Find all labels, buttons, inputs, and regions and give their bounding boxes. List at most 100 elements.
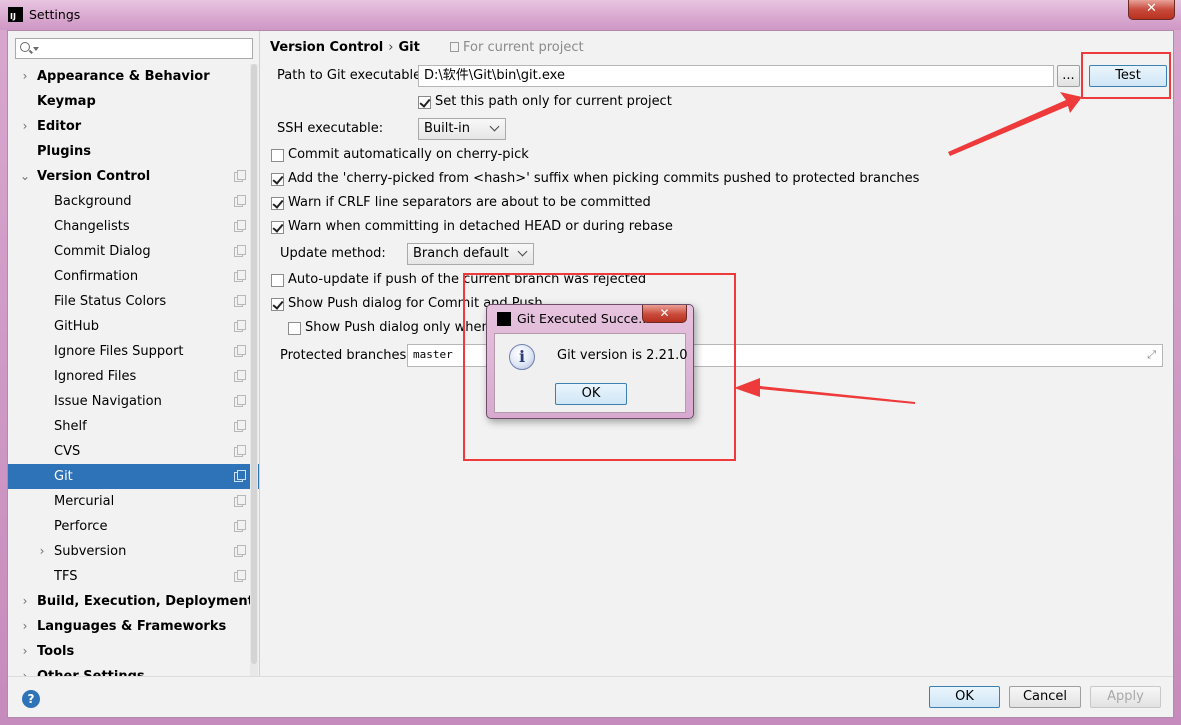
checkbox-box[interactable]	[271, 274, 284, 287]
chevron-right-icon[interactable]: ›	[19, 64, 31, 89]
ssh-executable-value: Built-in	[424, 121, 471, 136]
sidebar-item-issue-navigation[interactable]: Issue Navigation	[8, 389, 259, 414]
ssh-label: SSH executable:	[277, 121, 384, 136]
checkbox-box[interactable]	[418, 96, 431, 109]
checkbox-label: Warn when committing in detached HEAD or…	[288, 219, 673, 234]
settings-sidebar: › Appearance & Behavior Keymap › Editor Plugi…	[8, 31, 259, 676]
chevron-down-icon[interactable]: ⌄	[19, 164, 31, 189]
project-scope-icon	[234, 470, 246, 482]
checkbox-box[interactable]	[271, 173, 284, 186]
expand-icon[interactable]: ⤢	[1147, 345, 1156, 365]
apply-button[interactable]: Apply	[1090, 686, 1161, 708]
sidebar-item-label: Commit Dialog	[54, 244, 151, 259]
cancel-button[interactable]: Cancel	[1009, 686, 1081, 708]
checkbox-box[interactable]	[271, 221, 284, 234]
info-icon: i	[509, 344, 535, 370]
sidebar-item-languages-frameworks[interactable]: › Languages & Frameworks	[8, 614, 259, 639]
sidebar-item-appearance-behavior[interactable]: › Appearance & Behavior	[8, 64, 259, 89]
sidebar-item-shelf[interactable]: Shelf	[8, 414, 259, 439]
breadcrumb-parent: Version Control	[270, 40, 384, 55]
chevron-right-icon[interactable]: ›	[19, 589, 31, 614]
window-close-button[interactable]: ✕	[1128, 0, 1175, 20]
project-scope-icon	[234, 270, 246, 282]
search-history-dropdown-icon[interactable]	[33, 47, 39, 51]
sidebar-item-version-control[interactable]: ⌄ Version Control	[8, 164, 259, 189]
chevron-down-icon	[517, 246, 528, 257]
title-bar: IJ Settings ✕	[0, 0, 1181, 30]
chevron-right-icon[interactable]: ›	[19, 614, 31, 639]
dialog-ok-button[interactable]: OK	[555, 383, 627, 405]
chevron-down-icon	[489, 121, 500, 132]
help-icon[interactable]: ?	[22, 690, 40, 708]
checkbox-box[interactable]	[288, 322, 301, 335]
project-scope-icon	[234, 345, 246, 357]
intellij-dialog-icon	[497, 312, 511, 326]
dialog-close-button[interactable]: ✕	[642, 305, 687, 323]
sidebar-item-label: TFS	[54, 569, 78, 584]
protected-branches-value: master	[413, 348, 453, 361]
sidebar-item-keymap[interactable]: Keymap	[8, 89, 259, 114]
dialog-body: i Git version is 2.21.0 OK	[494, 333, 688, 413]
project-scope-icon	[234, 445, 246, 457]
ssh-executable-select[interactable]: Built-in	[418, 118, 506, 140]
project-scope-icon	[450, 42, 459, 52]
sidebar-item-label: Ignore Files Support	[54, 344, 184, 359]
settings-search-input[interactable]	[15, 38, 253, 59]
chevron-right-icon[interactable]: ›	[19, 114, 31, 139]
window-title: Settings	[29, 7, 81, 22]
project-scope-icon	[234, 495, 246, 507]
checkbox-box[interactable]	[271, 149, 284, 162]
project-scope-icon	[234, 420, 246, 432]
dialog-message: Git version is 2.21.0	[557, 348, 688, 363]
sidebar-item-label: Perforce	[54, 519, 108, 534]
sidebar-item-commit-dialog[interactable]: Commit Dialog	[8, 239, 259, 264]
project-scope-icon	[234, 245, 246, 257]
sidebar-item-label: Shelf	[54, 419, 87, 434]
sidebar-scrollbar[interactable]	[250, 64, 258, 676]
sidebar-item-tfs[interactable]: TFS	[8, 564, 259, 589]
checkbox-box[interactable]	[271, 298, 284, 311]
update-method-label: Update method:	[280, 246, 386, 261]
sidebar-item-file-status-colors[interactable]: File Status Colors	[8, 289, 259, 314]
scope-note: For current project	[450, 40, 584, 55]
sidebar-item-github[interactable]: GitHub	[8, 314, 259, 339]
browse-button[interactable]: ...	[1057, 65, 1080, 87]
sidebar-item-build-execution-deployment[interactable]: › Build, Execution, Deployment	[8, 589, 259, 614]
sidebar-item-editor[interactable]: › Editor	[8, 114, 259, 139]
chevron-right-icon[interactable]: ›	[19, 639, 31, 664]
settings-tree: › Appearance & Behavior Keymap › Editor Plugi…	[8, 64, 259, 676]
sidebar-item-ignored-files[interactable]: Ignored Files	[8, 364, 259, 389]
sidebar-item-label: Other Settings	[37, 664, 145, 676]
sidebar-item-background[interactable]: Background	[8, 189, 259, 214]
project-scope-icon	[234, 170, 246, 182]
sidebar-item-tools[interactable]: › Tools	[8, 639, 259, 664]
sidebar-item-plugins[interactable]: Plugins	[8, 139, 259, 164]
sidebar-item-confirmation[interactable]: Confirmation	[8, 264, 259, 289]
chevron-right-icon[interactable]: ›	[19, 664, 31, 676]
sidebar-item-label: Subversion	[54, 544, 127, 559]
checkbox-label: Add the 'cherry-picked from <hash>' suff…	[288, 171, 920, 186]
ok-button[interactable]: OK	[929, 686, 1000, 708]
sidebar-item-changelists[interactable]: Changelists	[8, 214, 259, 239]
sidebar-item-cvs[interactable]: CVS	[8, 439, 259, 464]
dialog-title: Git Executed Succe...	[517, 311, 651, 326]
sidebar-item-perforce[interactable]: Perforce	[8, 514, 259, 539]
footer-divider	[8, 676, 1173, 677]
checkbox-box[interactable]	[271, 197, 284, 210]
update-method-select[interactable]: Branch default	[407, 243, 534, 265]
git-path-label: Path to Git executable:	[277, 68, 426, 83]
protected-branches-label: Protected branches:	[280, 348, 411, 363]
sidebar-item-git[interactable]: Git	[8, 464, 259, 489]
sidebar-item-mercurial[interactable]: Mercurial	[8, 489, 259, 514]
sidebar-item-ignore-files-support[interactable]: Ignore Files Support	[8, 339, 259, 364]
scope-label: For current project	[463, 40, 584, 55]
sidebar-item-label: Tools	[37, 644, 75, 659]
sidebar-item-label: Appearance & Behavior	[37, 69, 210, 84]
project-scope-icon	[234, 320, 246, 332]
chevron-right-icon[interactable]: ›	[36, 539, 48, 564]
sidebar-item-subversion[interactable]: › Subversion	[8, 539, 259, 564]
sidebar-scrollbar-thumb[interactable]	[251, 64, 257, 664]
breadcrumb-separator: ›	[388, 40, 394, 55]
sidebar-item-other-settings[interactable]: › Other Settings	[8, 664, 259, 676]
git-path-input[interactable]: D:\软件\Git\bin\git.exe	[418, 65, 1054, 87]
